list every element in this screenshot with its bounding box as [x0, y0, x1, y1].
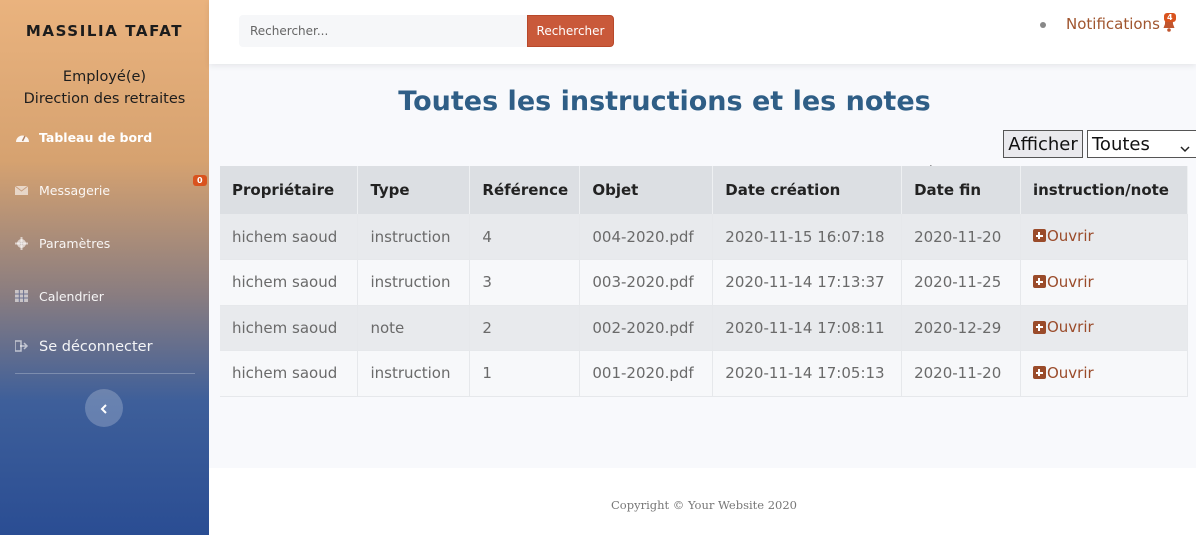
open-link[interactable]: Ouvrir — [1032, 272, 1094, 291]
cell-action: Ouvrir — [1020, 350, 1189, 397]
sidebar-item-label: Messagerie — [39, 183, 111, 198]
table-row: hichem saoud instruction 4 004-2020.pdf … — [220, 214, 1189, 260]
chevron-down-icon — [1180, 137, 1190, 158]
status-dot — [1040, 22, 1046, 28]
sidebar-item-label: Paramètres — [39, 236, 111, 251]
instructions-table: Propriétaire Type Référence Objet Date c… — [220, 166, 1189, 397]
footer: Copyright © Your Website 2020 — [209, 468, 1196, 535]
cell-objet: 002-2020.pdf — [579, 305, 714, 351]
sidebar-item-parametres[interactable]: Paramètres — [15, 236, 110, 251]
cell-action: Ouvrir — [1020, 305, 1189, 351]
cell-type: instruction — [357, 259, 471, 306]
column-header[interactable]: instruction/note — [1020, 166, 1189, 214]
sidebar-divider — [15, 373, 195, 374]
sidebar-item-label: Tableau de bord — [39, 130, 153, 145]
cell-owner: hichem saoud — [220, 259, 359, 306]
cell-reference: 3 — [469, 259, 581, 306]
role-department: Direction des retraites — [23, 91, 186, 107]
gear-icon — [15, 236, 31, 251]
sidebar: MASSILIA TAFAT Employé(e) Direction des … — [0, 0, 209, 535]
cell-type: note — [357, 305, 471, 351]
cell-type: instruction — [357, 214, 471, 260]
column-header[interactable]: Date fin — [901, 166, 1021, 214]
page-title: Toutes les instructions et les notes — [398, 86, 931, 117]
filter-select[interactable]: Toutes — [1087, 130, 1196, 158]
afficher-button[interactable]: Afficher — [1003, 130, 1083, 158]
open-link-label: Ouvrir — [1046, 226, 1094, 245]
plus-square-icon — [1032, 366, 1046, 379]
cell-date-fin: 2020-12-29 — [901, 305, 1021, 351]
notifications-link[interactable]: Notifications — [1066, 15, 1176, 33]
cell-reference: 2 — [469, 305, 581, 351]
table-row: hichem saoud note 2 002-2020.pdf 2020-11… — [220, 305, 1189, 351]
table-header-row: Propriétaire Type Référence Objet Date c… — [220, 166, 1189, 214]
chevron-left-icon — [100, 399, 108, 418]
cell-date-creation: 2020-11-14 17:08:11 — [712, 305, 903, 351]
sidebar-item-label: Calendrier — [39, 289, 104, 304]
cell-objet: 003-2020.pdf — [579, 259, 714, 306]
notifications-label: Notifications — [1066, 15, 1160, 33]
column-header[interactable]: Date création — [712, 166, 903, 214]
cell-date-creation: 2020-11-15 16:07:18 — [712, 214, 903, 260]
column-header[interactable]: Type — [357, 166, 471, 214]
sidebar-item-dashboard[interactable]: Tableau de bord — [15, 130, 152, 145]
column-header[interactable]: Propriétaire — [220, 166, 359, 214]
cell-date-creation: 2020-11-14 17:05:13 — [712, 350, 903, 397]
user-role: Employé(e) Direction des retraites — [0, 66, 209, 110]
role-title: Employé(e) — [62, 69, 147, 85]
plus-square-icon — [1032, 275, 1046, 288]
dashboard-icon — [15, 131, 31, 145]
open-link-label: Ouvrir — [1046, 272, 1094, 291]
notifications-badge: 4 — [1164, 13, 1176, 22]
calendar-icon — [15, 289, 31, 304]
cell-reference: 1 — [469, 350, 581, 397]
cell-date-fin: 2020-11-25 — [901, 259, 1021, 306]
open-link[interactable]: Ouvrir — [1032, 318, 1094, 336]
open-link-label: Ouvrir — [1046, 318, 1094, 336]
cell-date-creation: 2020-11-14 17:13:37 — [712, 259, 903, 306]
table-row: hichem saoud instruction 1 001-2020.pdf … — [220, 350, 1189, 397]
table-row: hichem saoud instruction 3 003-2020.pdf … — [220, 259, 1189, 306]
cell-reference: 4 — [469, 214, 581, 260]
column-header[interactable]: Objet — [579, 166, 714, 214]
cell-date-fin: 2020-11-20 — [901, 350, 1021, 397]
messages-badge: 0 — [193, 175, 207, 186]
search-input[interactable] — [239, 15, 527, 47]
column-header[interactable]: Référence — [469, 166, 581, 214]
envelope-icon — [14, 184, 31, 198]
filter-selected-value: Toutes — [1092, 133, 1150, 155]
cell-type: instruction — [357, 350, 471, 397]
cell-owner: hichem saoud — [220, 305, 359, 351]
plus-square-icon — [1032, 229, 1046, 243]
sidebar-item-calendrier[interactable]: Calendrier — [15, 289, 104, 304]
copyright-text: Copyright © Your Website 2020 — [610, 498, 797, 512]
cell-date-fin: 2020-11-20 — [901, 214, 1021, 260]
search-button[interactable]: Rechercher — [527, 15, 614, 47]
brand-name: MASSILIA TAFAT — [25, 22, 184, 40]
sidebar-item-logout[interactable]: Se déconnecter — [14, 339, 153, 355]
cell-action: Ouvrir — [1020, 214, 1189, 260]
open-link[interactable]: Ouvrir — [1032, 363, 1094, 382]
cell-objet: 001-2020.pdf — [579, 350, 714, 397]
cell-owner: hichem saoud — [220, 214, 359, 260]
logout-icon — [14, 340, 31, 354]
cell-objet: 004-2020.pdf — [579, 214, 714, 260]
sidebar-item-messagerie[interactable]: Messagerie — [14, 183, 111, 198]
open-link-label: Ouvrir — [1046, 363, 1094, 382]
open-link[interactable]: Ouvrir — [1032, 226, 1094, 245]
topbar: Rechercher Notifications 4 — [209, 0, 1196, 64]
cell-action: Ouvrir — [1020, 259, 1189, 306]
sidebar-item-label: Se déconnecter — [39, 339, 153, 355]
sidebar-toggle-button[interactable] — [85, 389, 123, 427]
cell-owner: hichem saoud — [220, 350, 359, 397]
plus-square-icon — [1032, 320, 1046, 334]
